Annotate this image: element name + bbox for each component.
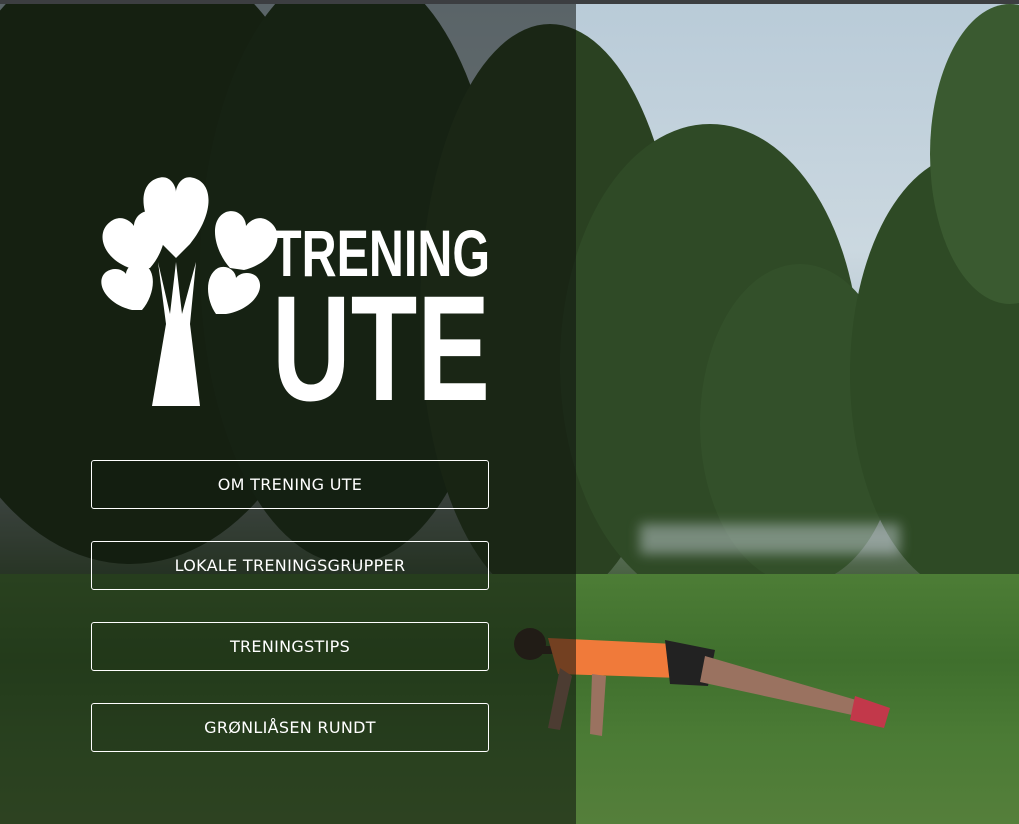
- gronliasen-rundt-button[interactable]: GRØNLIÅSEN RUNDT: [91, 703, 489, 752]
- local-groups-button[interactable]: LOKALE TRENINGSGRUPPER: [91, 541, 489, 590]
- gronliasen-rundt-button-label: GRØNLIÅSEN RUNDT: [204, 718, 376, 737]
- side-overlay-panel: [0, 4, 576, 824]
- heart-tree-icon: [101, 177, 278, 406]
- about-button-label: OM TRENING UTE: [217, 475, 363, 494]
- training-tips-button[interactable]: TRENINGSTIPS: [91, 622, 489, 671]
- distant-path: [640, 524, 900, 554]
- top-bar: [0, 0, 1019, 4]
- about-button[interactable]: OM TRENING UTE: [91, 460, 489, 509]
- logo-line-2: UTE: [272, 264, 490, 410]
- trening-ute-logo: TRENING UTE: [101, 177, 490, 410]
- training-tips-button-label: TRENINGSTIPS: [229, 637, 351, 656]
- hero-background-video: TRENING UTE OM TRENING UTE LOKALE TRENIN…: [0, 4, 1019, 824]
- local-groups-button-label: LOKALE TRENINGSGRUPPER: [174, 556, 406, 575]
